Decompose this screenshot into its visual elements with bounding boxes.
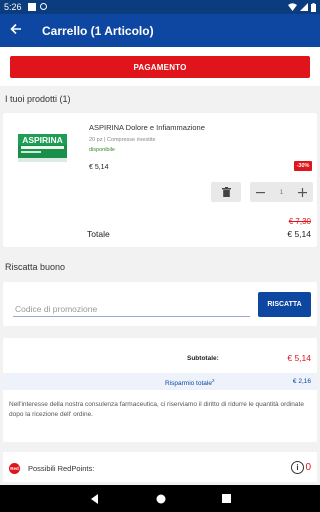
pay-button[interactable]: PAGAMENTO (10, 56, 310, 78)
product-image-brand: ASPIRINA (22, 135, 63, 145)
subtotal-value: € 5,14 (287, 353, 311, 363)
discount-badge: -30% (294, 161, 312, 171)
savings-label: Risparmio totale2 (165, 378, 215, 388)
order-note: Nell'interesse della nostra consulenza f… (9, 401, 304, 418)
product-name[interactable]: ASPIRINA Dolore e Infiammazione (89, 123, 205, 132)
notification-icons (27, 3, 47, 11)
product-price: € 5,14 (89, 164, 109, 171)
sync-icon (39, 3, 47, 10)
summary-card: Subtotale: € 5,14 Risparmio totale2 € 2,… (3, 338, 317, 442)
product-card: ASPIRINA ASPIRINA Dolore e Infiammazione… (3, 113, 317, 247)
redpoints-label: Possibili RedPoints: (28, 464, 95, 473)
promo-code-input[interactable] (13, 297, 250, 317)
system-nav-bar (0, 485, 320, 512)
product-availability: disponibile (89, 147, 115, 153)
nav-back-icon[interactable] (90, 493, 100, 504)
total-value: € 5,14 (287, 229, 311, 239)
redpoints-icon: Red (9, 463, 20, 474)
products-section-title: I tuoi prodotti (1) (5, 94, 71, 104)
app-bar: Carrello (1 Articolo) (0, 14, 320, 47)
savings-row: Risparmio totale2 € 2,16 (3, 373, 317, 390)
coupon-card: RISCATTA (3, 282, 317, 326)
signal-icon (300, 3, 308, 11)
nav-home-icon[interactable] (156, 494, 166, 504)
status-right-icons (288, 2, 316, 12)
redeem-button[interactable]: RISCATTA (258, 292, 311, 317)
savings-value: € 2,16 (292, 378, 311, 385)
total-label: Totale (87, 229, 110, 239)
minus-icon (256, 191, 265, 193)
original-price: € 7,30 (288, 217, 311, 226)
decrease-button[interactable] (256, 188, 265, 197)
product-subtitle: 20 pz | Compresse rivestite (89, 137, 156, 143)
quantity-value: 1 (279, 188, 284, 196)
subtotal-label: Subtotale: (187, 355, 219, 362)
redpoints-card: Red Possibili RedPoints: i 0 (3, 452, 317, 482)
quantity-stepper: 1 (250, 182, 313, 202)
wifi-icon (288, 3, 297, 11)
arrow-left-icon (10, 23, 21, 34)
battery-icon (311, 2, 316, 12)
info-icon[interactable]: i (291, 461, 304, 474)
nav-recents-icon[interactable] (221, 494, 231, 503)
increase-button[interactable] (298, 187, 307, 197)
notification-icon (27, 3, 36, 11)
checkout-bar: PAGAMENTO (0, 47, 320, 86)
back-button[interactable] (10, 23, 30, 39)
product-image[interactable]: ASPIRINA (17, 131, 68, 164)
status-time: 5:26 (4, 2, 22, 12)
plus-icon (298, 187, 307, 197)
status-bar: 5:26 (0, 0, 320, 14)
coupon-section-title: Riscatta buono (5, 262, 66, 272)
trash-icon (221, 187, 231, 197)
remove-item-button[interactable] (211, 182, 241, 202)
redpoints-value: 0 (305, 462, 311, 473)
page-title: Carrello (1 Articolo) (42, 23, 154, 38)
